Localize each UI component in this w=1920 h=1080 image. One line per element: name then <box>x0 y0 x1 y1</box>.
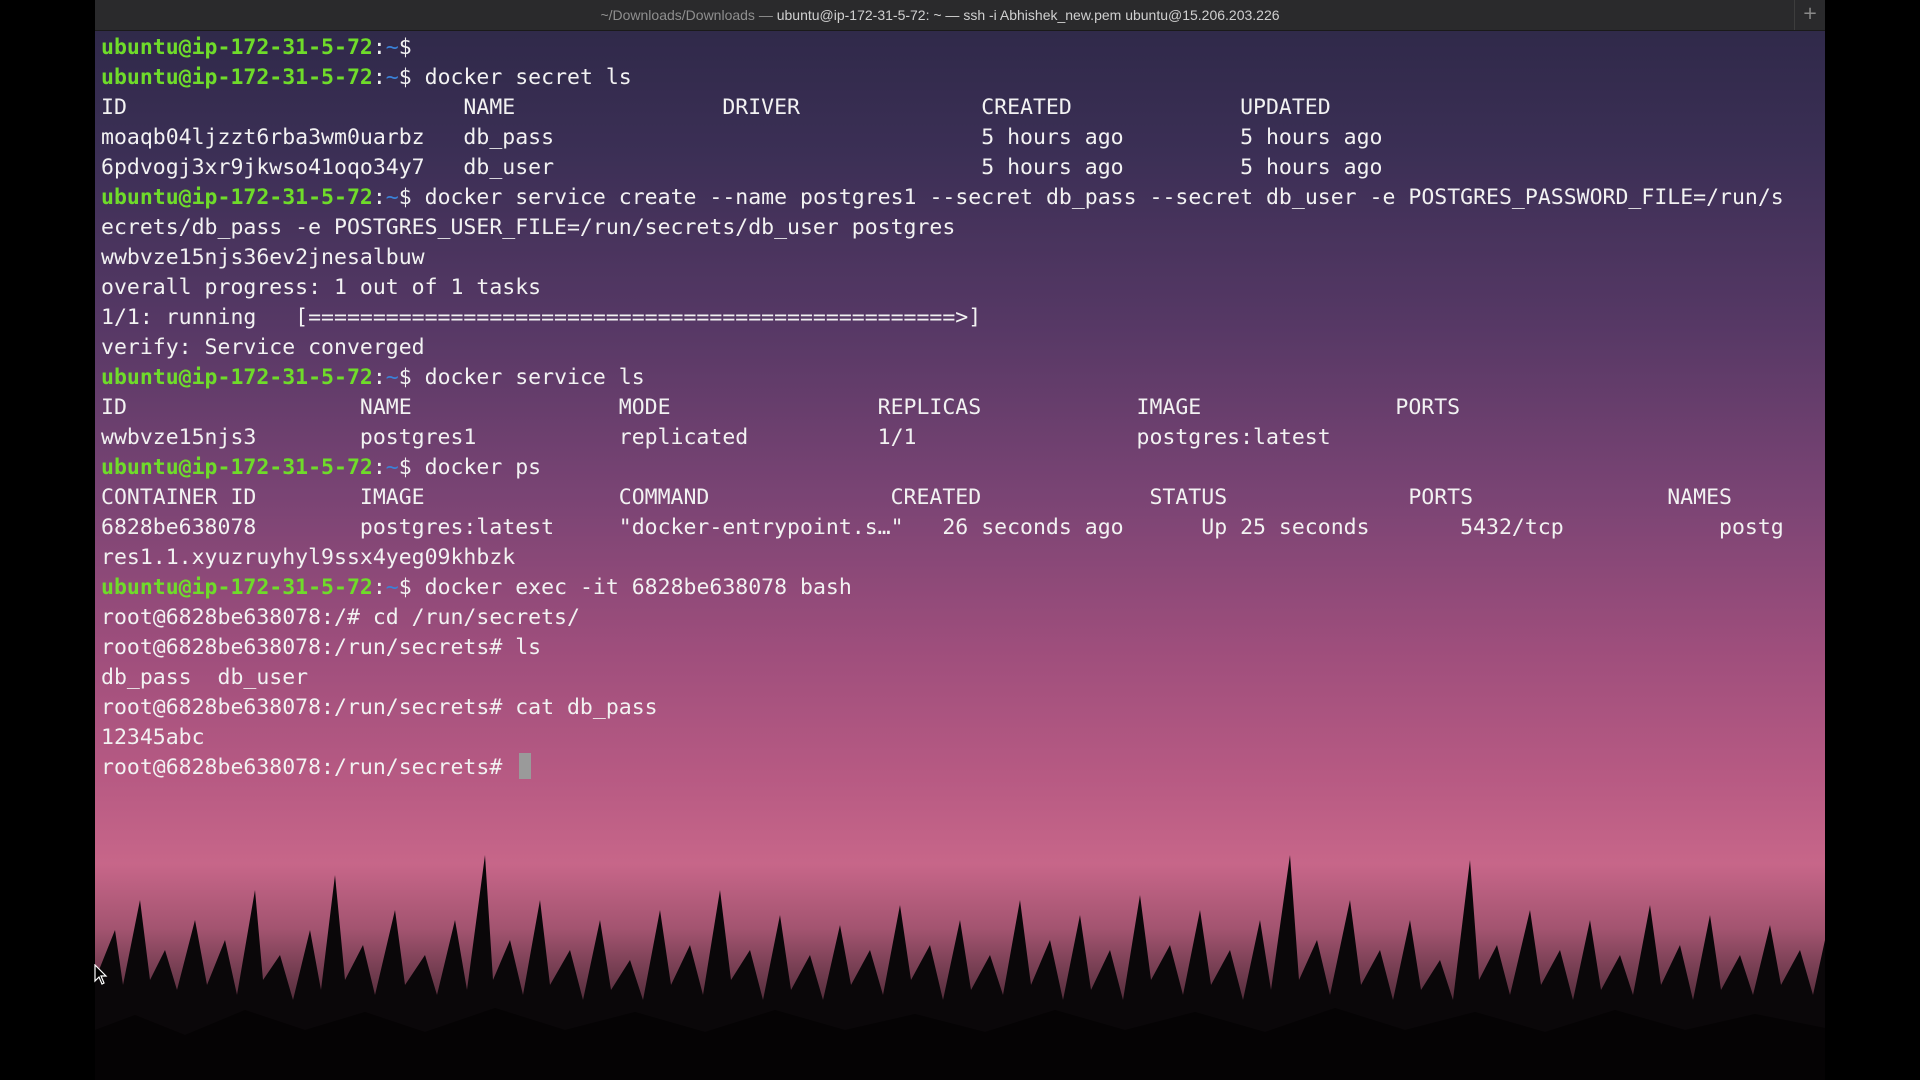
prompt-user: ubuntu@ip-172-31-5-72 <box>101 365 373 390</box>
output-line: CONTAINER ID IMAGE COMMAND CREATED STATU… <box>101 485 1732 510</box>
output-line: 12345abc <box>101 725 205 750</box>
prompt-dir: ~ <box>385 65 399 90</box>
window-title-path: ~/Downloads/Downloads — <box>600 7 777 23</box>
output-line: verify: Service converged <box>101 335 425 360</box>
prompt-symbol: $ <box>398 35 425 60</box>
prompt-separator: : <box>372 455 386 480</box>
output-line: ecrets/db_pass -e POSTGRES_USER_FILE=/ru… <box>101 215 956 240</box>
prompt-separator: : <box>372 65 386 90</box>
prompt-dir: ~ <box>385 35 399 60</box>
mouse-pointer-icon <box>94 964 108 985</box>
command-text: docker ps <box>424 455 542 480</box>
output-line: ID NAME DRIVER CREATED UPDATED <box>101 95 1331 120</box>
new-tab-button[interactable]: + <box>1794 0 1825 30</box>
prompt-separator: : <box>372 365 386 390</box>
output-line: wwbvze15njs3 postgres1 replicated 1/1 po… <box>101 425 1331 450</box>
prompt-user: ubuntu@ip-172-31-5-72 <box>101 185 373 210</box>
prompt-user: ubuntu@ip-172-31-5-72 <box>101 575 373 600</box>
command-text: docker secret ls <box>424 65 632 90</box>
prompt-dir: ~ <box>385 455 399 480</box>
output-line: root@6828be638078:/run/secrets# cat db_p… <box>101 695 658 720</box>
prompt-line: ubuntu@ip-172-31-5-72:~$ docker secret l… <box>101 63 1825 93</box>
prompt-separator: : <box>372 35 386 60</box>
output-line: 6pdvogj3xr9jkwso41oqo34y7 db_user 5 hour… <box>101 155 1383 180</box>
output-line: db_pass db_user <box>101 665 309 690</box>
window-title: ~/Downloads/Downloads — ubuntu@ip-172-31… <box>95 0 1785 30</box>
output-line: wwbvze15njs36ev2jnesalbuw <box>101 245 425 270</box>
grass-silhouette <box>95 855 1825 1080</box>
prompt-line: ubuntu@ip-172-31-5-72:~$ docker exec -it… <box>101 573 1825 603</box>
window-title-session: ubuntu@ip-172-31-5-72: ~ — ssh -i Abhish… <box>776 7 1280 23</box>
plus-icon: + <box>1802 3 1818 24</box>
title-bar[interactable]: ~/Downloads/Downloads — ubuntu@ip-172-31… <box>95 0 1825 31</box>
output-line: root@6828be638078:/run/secrets# ls <box>101 635 542 660</box>
prompt-line: ubuntu@ip-172-31-5-72:~$ docker service … <box>101 363 1825 393</box>
prompt-line: ubuntu@ip-172-31-5-72:~$ <box>101 33 1825 63</box>
output-line: 6828be638078 postgres:latest "docker-ent… <box>101 515 1784 540</box>
output-line: res1.1.xyuzruyhyl9ssx4yeg09khbzk <box>101 545 516 570</box>
terminal-window: ~/Downloads/Downloads — ubuntu@ip-172-31… <box>95 0 1825 1080</box>
output-line: ID NAME MODE REPLICAS IMAGE PORTS <box>101 395 1461 420</box>
prompt-dir: ~ <box>385 575 399 600</box>
output-line: root@6828be638078:/# cd /run/secrets/ <box>101 605 580 630</box>
prompt-dir: ~ <box>385 185 399 210</box>
prompt-line: ubuntu@ip-172-31-5-72:~$ docker service … <box>101 183 1825 213</box>
output-line: 1/1: running [==========================… <box>101 305 982 330</box>
text-cursor[interactable] <box>519 753 532 779</box>
output-text: root@6828be638078:/run/secrets# <box>101 755 516 780</box>
prompt-symbol: $ <box>398 575 425 600</box>
prompt-symbol: $ <box>398 455 425 480</box>
prompt-user: ubuntu@ip-172-31-5-72 <box>101 455 373 480</box>
prompt-dir: ~ <box>385 365 399 390</box>
prompt-symbol: $ <box>398 65 425 90</box>
command-text: docker service create --name postgres1 -… <box>424 185 1784 210</box>
prompt-symbol: $ <box>398 365 425 390</box>
command-text: docker service ls <box>424 365 645 390</box>
output-line: overall progress: 1 out of 1 tasks <box>101 275 542 300</box>
command-text: docker exec -it 6828be638078 bash <box>424 575 852 600</box>
prompt-line: ubuntu@ip-172-31-5-72:~$ docker ps <box>101 453 1825 483</box>
output-line: moaqb04ljzzt6rba3wm0uarbz db_pass 5 hour… <box>101 125 1383 150</box>
prompt-separator: : <box>372 185 386 210</box>
prompt-user: ubuntu@ip-172-31-5-72 <box>101 35 373 60</box>
terminal-output[interactable]: ubuntu@ip-172-31-5-72:~$ ubuntu@ip-172-3… <box>95 33 1825 783</box>
prompt-separator: : <box>372 575 386 600</box>
active-prompt-line: root@6828be638078:/run/secrets# <box>101 753 1825 783</box>
prompt-user: ubuntu@ip-172-31-5-72 <box>101 65 373 90</box>
prompt-symbol: $ <box>398 185 425 210</box>
